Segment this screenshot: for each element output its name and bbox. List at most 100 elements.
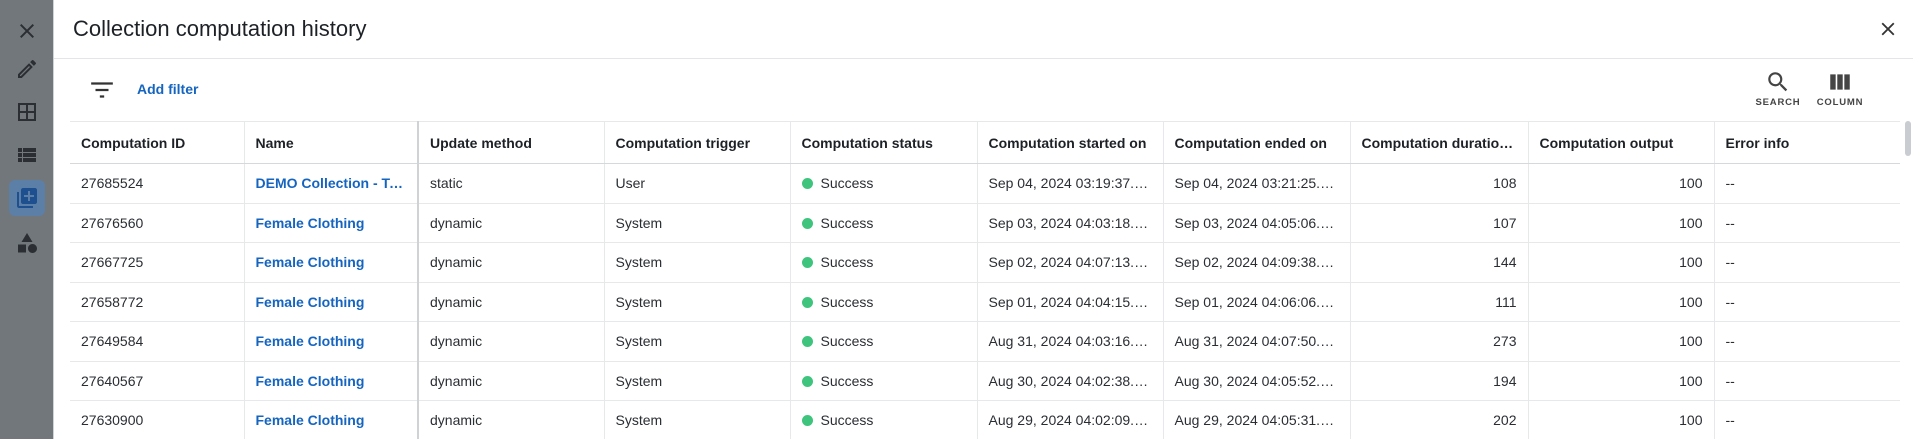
cell-trigger: System [604,203,791,243]
vertical-scrollbar[interactable] [1905,121,1911,156]
cell-started: Sep 02, 2024 04:07:13.0... [977,242,1164,283]
collection-name-link[interactable]: Female Clothing [244,242,419,283]
search-icon [1768,72,1788,92]
cell-method: dynamic [418,203,605,243]
cell-id: 27685524 [70,163,245,204]
cell-started: Sep 01, 2024 04:04:15.0... [977,282,1164,322]
cell-id: 27630900 [70,400,245,439]
status-text: Success [820,175,874,192]
column-header[interactable]: Computation status [790,121,978,164]
cell-output: 100 [1528,321,1715,362]
close-panel-button[interactable] [1875,16,1901,42]
cell-trigger: System [604,282,791,322]
status-dot-icon [801,296,813,308]
cell-started: Aug 30, 2024 04:02:38.0... [977,361,1164,401]
cell-trigger: System [604,321,791,362]
cell-ended: Sep 03, 2024 04:05:06.0... [1163,203,1351,243]
column-header[interactable]: Computation ended on [1163,121,1351,164]
column-header[interactable]: Computation ID [70,121,245,164]
add-filter-link[interactable]: Add filter [137,81,198,97]
cell-status: Success [790,203,978,243]
cell-duration: 202 [1350,400,1529,439]
column-header[interactable]: Update method [418,121,605,164]
cell-started: Aug 29, 2024 04:02:09.0... [977,400,1164,439]
active-highlight [8,179,45,216]
cell-status: Success [790,361,978,401]
search-label: SEARCH [1755,97,1801,108]
cell-output: 100 [1528,163,1715,204]
table-row[interactable]: 27667725 Female Clothing dynamic System Succ… [70,242,1900,283]
cell-error: -- [1714,242,1900,283]
cell-method: static [418,163,605,204]
table-row[interactable]: 27685524 DEMO Collection - Tops static User… [70,163,1900,204]
cell-output: 100 [1528,400,1715,439]
cell-duration: 107 [1350,203,1529,243]
cell-id: 27649584 [70,321,245,362]
status-dot-icon [801,217,813,229]
cell-id: 27658772 [70,282,245,322]
cell-method: dynamic [418,242,605,283]
column-header[interactable]: Error info [1714,121,1900,164]
computation-history-panel: Collection computation history Add filte… [53,0,1913,439]
filter-button[interactable] [89,79,115,101]
collection-name-link[interactable]: Female Clothing [244,321,419,362]
status-dot-icon [801,415,813,427]
column-button[interactable]: COLUMN [1810,69,1870,108]
cell-duration: 144 [1350,242,1529,283]
cell-ended: Sep 02, 2024 04:09:38.0... [1163,242,1351,283]
cell-error: -- [1714,400,1900,439]
cell-duration: 108 [1350,163,1529,204]
cell-started: Sep 03, 2024 04:03:18.0... [977,203,1164,243]
cell-output: 100 [1528,242,1715,283]
table-row[interactable]: 27640567 Female Clothing dynamic System Succ… [70,361,1900,401]
cell-started: Sep 04, 2024 03:19:37.0... [977,163,1164,204]
table-row[interactable]: 27649584 Female Clothing dynamic System Succ… [70,321,1900,362]
status-dot-icon [801,257,813,269]
table-toolbar: Add filter SEARCH COLUMN [54,59,1913,121]
column-header[interactable]: Computation output [1528,121,1715,164]
cell-ended: Sep 01, 2024 04:06:06.0... [1163,282,1351,322]
column-header[interactable]: Computation trigger [604,121,791,164]
cell-error: -- [1714,203,1900,243]
collection-name-link[interactable]: DEMO Collection - Tops [244,163,419,204]
cell-method: dynamic [418,400,605,439]
cell-id: 27667725 [70,242,245,283]
view-column-icon [1830,74,1850,90]
cell-error: -- [1714,163,1900,204]
cell-method: dynamic [418,282,605,322]
column-label: COLUMN [1816,97,1864,108]
table-row[interactable]: 27676560 Female Clothing dynamic System Succ… [70,203,1900,243]
history-table-wrapper: Computation ID Name Update method Computati… [70,121,1900,439]
collection-name-link[interactable]: Female Clothing [244,282,419,322]
close-icon [1881,22,1895,36]
collection-name-link[interactable]: Female Clothing [244,400,419,439]
status-text: Success [820,254,874,271]
status-text: Success [820,214,874,231]
table-row[interactable]: 27658772 Female Clothing dynamic System Succ… [70,282,1900,322]
column-header[interactable]: Computation started on [977,121,1164,164]
search-button[interactable]: SEARCH [1748,69,1808,108]
cell-status: Success [790,321,978,362]
collection-name-link[interactable]: Female Clothing [244,361,419,401]
cell-error: -- [1714,282,1900,322]
cell-duration: 273 [1350,321,1529,362]
table-body: 27685524 DEMO Collection - Tops static User… [70,163,1900,439]
column-header[interactable]: Computation duration ... [1350,121,1529,164]
cell-method: dynamic [418,321,605,362]
collection-name-link[interactable]: Female Clothing [244,203,419,243]
status-text: Success [820,333,874,350]
cell-trigger: System [604,400,791,439]
cell-started: Aug 31, 2024 04:03:16.0... [977,321,1164,362]
list-icon [17,147,36,162]
cell-status: Success [790,163,978,204]
status-text: Success [820,293,874,310]
cell-ended: Aug 30, 2024 04:05:52.0... [1163,361,1351,401]
cell-id: 27640567 [70,361,245,401]
close-icon [19,23,34,38]
column-header[interactable]: Name [244,121,419,164]
rail-shapes-button[interactable] [0,216,53,269]
table-row[interactable]: 27630900 Female Clothing dynamic System Succ… [70,400,1900,439]
shapes-icon [17,232,37,253]
left-rail [0,0,53,439]
cell-duration: 194 [1350,361,1529,401]
